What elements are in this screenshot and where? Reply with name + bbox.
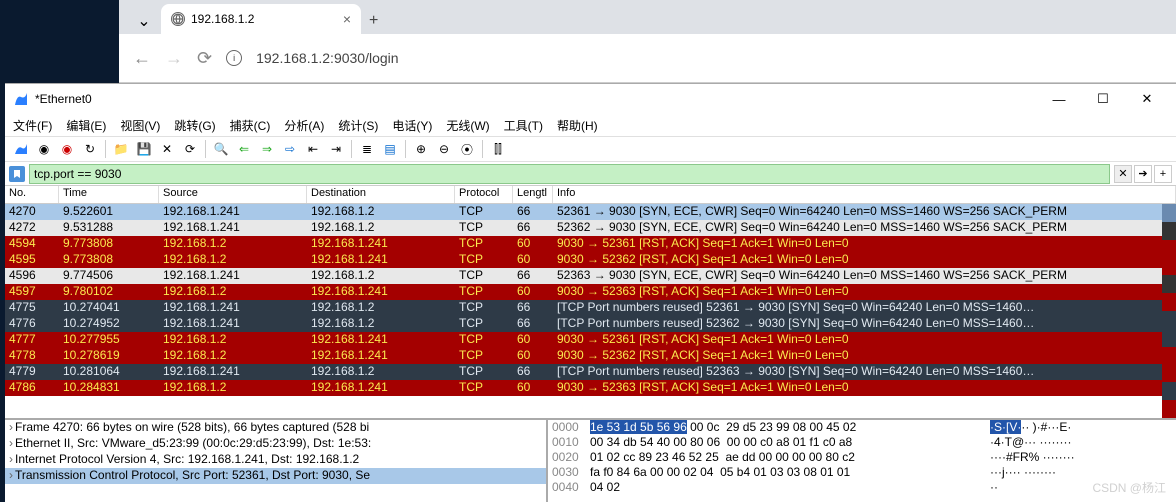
hex-line[interactable]: 001000 34 db 54 40 00 80 06 00 00 c0 a8 …: [548, 435, 1176, 450]
tool-bar: ◉ ◉ ↻ 📁 💾 ✕ ⟳ 🔍 ⇐ ⇒ ⇨ ⇤ ⇥ ≣ ▤ ⊕ ⊖ ⦿ ⫿⫿: [5, 136, 1176, 162]
browser-tab[interactable]: 192.168.1.2 ×: [161, 4, 361, 34]
detail-panes: ›Frame 4270: 66 bytes on wire (528 bits)…: [5, 418, 1176, 502]
hex-line[interactable]: 0030fa f0 84 6a 00 00 02 04 05 b4 01 03 …: [548, 465, 1176, 480]
apply-filter-button[interactable]: ➔: [1134, 165, 1152, 183]
title-bar: *Ethernet0 — ☐ ✕: [5, 84, 1176, 114]
first-icon[interactable]: ⇤: [303, 139, 323, 159]
packet-row[interactable]: 477710.277955192.168.1.2192.168.1.241TCP…: [5, 332, 1176, 348]
tree-line[interactable]: ›Transmission Control Protocol, Src Port…: [5, 468, 546, 484]
browser-chrome: ⌄ 192.168.1.2 × + ← → ⟳ i 192.168.1.2:90…: [119, 0, 1176, 83]
packet-row[interactable]: 42729.531288192.168.1.241192.168.1.2TCP6…: [5, 220, 1176, 236]
add-filter-button[interactable]: +: [1154, 165, 1172, 183]
col-destination[interactable]: Destination: [307, 186, 455, 203]
wireshark-icon: [13, 91, 29, 107]
tab-strip: ⌄ 192.168.1.2 × +: [119, 0, 1176, 34]
tree-line[interactable]: ›Internet Protocol Version 4, Src: 192.1…: [5, 452, 546, 468]
hex-line[interactable]: 002001 02 cc 89 23 46 52 25 ae dd 00 00 …: [548, 450, 1176, 465]
back-icon[interactable]: ←: [133, 48, 151, 69]
menu-item[interactable]: 视图(V): [120, 117, 160, 134]
autoscroll-icon[interactable]: ≣: [357, 139, 377, 159]
bookmark-filter-icon[interactable]: [9, 166, 25, 182]
col-protocol[interactable]: Protocol: [455, 186, 513, 203]
menu-item[interactable]: 统计(S): [338, 117, 378, 134]
packet-row[interactable]: 477810.278619192.168.1.2192.168.1.241TCP…: [5, 348, 1176, 364]
minimize-button[interactable]: —: [1038, 85, 1080, 113]
site-info-icon[interactable]: i: [226, 50, 242, 66]
filter-bar: ✕ ➔ +: [5, 162, 1176, 186]
menu-item[interactable]: 电话(Y): [392, 117, 432, 134]
prev-icon[interactable]: ⇐: [234, 139, 254, 159]
save-file-icon[interactable]: 💾: [134, 139, 154, 159]
close-file-icon[interactable]: ✕: [157, 139, 177, 159]
colorize-icon[interactable]: ▤: [380, 139, 400, 159]
menu-item[interactable]: 文件(F): [13, 117, 52, 134]
reload-icon[interactable]: ⟳: [197, 48, 212, 69]
tree-line[interactable]: ›Ethernet II, Src: VMware_d5:23:99 (00:0…: [5, 436, 546, 452]
find-icon[interactable]: 🔍: [211, 139, 231, 159]
packet-row[interactable]: 42709.522601192.168.1.241192.168.1.2TCP6…: [5, 204, 1176, 220]
resize-columns-icon[interactable]: ⫿⫿: [488, 139, 508, 159]
address-bar: ← → ⟳ i 192.168.1.2:9030/login: [119, 34, 1176, 82]
tab-title: 192.168.1.2: [191, 12, 254, 26]
menu-item[interactable]: 捕获(C): [230, 117, 271, 134]
packet-row[interactable]: 477510.274041192.168.1.241192.168.1.2TCP…: [5, 300, 1176, 316]
menu-item[interactable]: 编辑(E): [66, 117, 106, 134]
zoom-out-icon[interactable]: ⊖: [434, 139, 454, 159]
packet-row[interactable]: 45959.773808192.168.1.2192.168.1.241TCP6…: [5, 252, 1176, 268]
url-text[interactable]: 192.168.1.2:9030/login: [256, 50, 398, 66]
col-source[interactable]: Source: [159, 186, 307, 203]
menu-item[interactable]: 无线(W): [446, 117, 489, 134]
packet-row[interactable]: 45969.774506192.168.1.241192.168.1.2TCP6…: [5, 268, 1176, 284]
restart-capture-icon[interactable]: ↻: [80, 139, 100, 159]
start-capture-icon[interactable]: ◉: [57, 139, 77, 159]
tab-close-icon[interactable]: ×: [343, 11, 351, 27]
maximize-button[interactable]: ☐: [1082, 85, 1124, 113]
col-no[interactable]: No.: [5, 186, 59, 203]
reload-file-icon[interactable]: ⟳: [180, 139, 200, 159]
menu-item[interactable]: 工具(T): [504, 117, 543, 134]
col-info[interactable]: Info: [553, 186, 1176, 203]
menu-item[interactable]: 帮助(H): [557, 117, 598, 134]
jump-icon[interactable]: ⇨: [280, 139, 300, 159]
tab-dropdown-icon[interactable]: ⌄: [133, 10, 155, 32]
col-length[interactable]: Lengtl: [513, 186, 553, 203]
globe-icon: [171, 12, 185, 26]
window-title: *Ethernet0: [35, 92, 92, 106]
menu-item[interactable]: 跳转(G): [174, 117, 215, 134]
watermark: CSDN @杨江: [1092, 479, 1166, 496]
last-icon[interactable]: ⇥: [326, 139, 346, 159]
capture-options-icon[interactable]: ◉: [34, 139, 54, 159]
menu-bar: 文件(F) 编辑(E) 视图(V) 跳转(G) 捕获(C) 分析(A) 统计(S) 电话(Y)…: [5, 114, 1176, 136]
shark-fin-icon[interactable]: [11, 139, 31, 159]
packet-row[interactable]: 45949.773808192.168.1.2192.168.1.241TCP6…: [5, 236, 1176, 252]
zoom-in-icon[interactable]: ⊕: [411, 139, 431, 159]
packet-details-tree[interactable]: ›Frame 4270: 66 bytes on wire (528 bits)…: [5, 420, 548, 502]
packet-row[interactable]: 478610.284831192.168.1.2192.168.1.241TCP…: [5, 380, 1176, 396]
new-tab-button[interactable]: +: [361, 12, 386, 30]
close-button[interactable]: ✕: [1126, 85, 1168, 113]
menu-item[interactable]: 分析(A): [284, 117, 324, 134]
clear-filter-button[interactable]: ✕: [1114, 165, 1132, 183]
forward-icon[interactable]: →: [165, 48, 183, 69]
packet-list[interactable]: No. Time Source Destination Protocol Len…: [5, 186, 1176, 418]
tree-line[interactable]: ›Frame 4270: 66 bytes on wire (528 bits)…: [5, 420, 546, 436]
packet-bytes-hex[interactable]: 00001e 53 1d 5b 56 96 00 0c 29 d5 23 99 …: [548, 420, 1176, 502]
hex-line[interactable]: 004004 02··: [548, 480, 1176, 495]
packet-row[interactable]: 45979.780102192.168.1.2192.168.1.241TCP6…: [5, 284, 1176, 300]
next-icon[interactable]: ⇒: [257, 139, 277, 159]
col-time[interactable]: Time: [59, 186, 159, 203]
packet-minimap[interactable]: [1162, 204, 1176, 418]
zoom-reset-icon[interactable]: ⦿: [457, 139, 477, 159]
hex-line[interactable]: 00001e 53 1d 5b 56 96 00 0c 29 d5 23 99 …: [548, 420, 1176, 435]
display-filter-input[interactable]: [29, 164, 1110, 184]
open-file-icon[interactable]: 📁: [111, 139, 131, 159]
wireshark-window: *Ethernet0 — ☐ ✕ 文件(F) 编辑(E) 视图(V) 跳转(G) 捕获(…: [5, 83, 1176, 502]
packet-row[interactable]: 477910.281064192.168.1.241192.168.1.2TCP…: [5, 364, 1176, 380]
column-headers[interactable]: No. Time Source Destination Protocol Len…: [5, 186, 1176, 204]
packet-row[interactable]: 477610.274952192.168.1.241192.168.1.2TCP…: [5, 316, 1176, 332]
